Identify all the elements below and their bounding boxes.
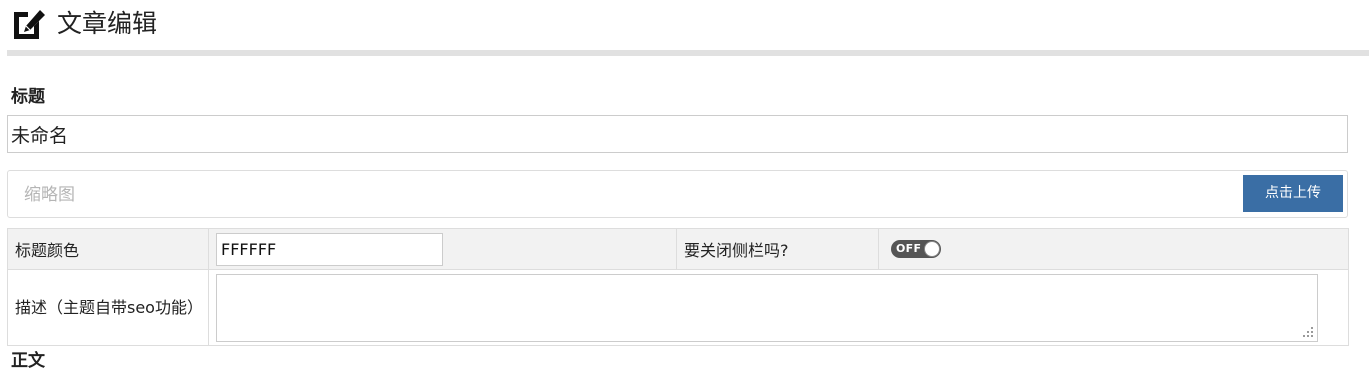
thumbnail-field[interactable]: 缩略图 — [7, 170, 1348, 218]
description-textarea[interactable] — [216, 273, 1318, 342]
upload-button[interactable]: 点击上传 — [1243, 175, 1343, 212]
description-label: 描述（主题自带seo功能） — [7, 269, 209, 346]
resize-grip-icon[interactable] — [1302, 326, 1314, 338]
close-sidebar-cell: OFF — [878, 228, 1349, 270]
toggle-knob — [924, 241, 940, 257]
title-color-label: 标题颜色 — [7, 228, 209, 270]
article-edit-page: 文章编辑 标题 缩略图 点击上传 标题颜色 要关闭侧栏吗? OFF — [0, 0, 1369, 372]
title-label: 标题 — [11, 87, 45, 107]
page-title: 文章编辑 — [57, 9, 158, 38]
toggle-state-text: OFF — [896, 242, 922, 255]
settings-table: 标题颜色 要关闭侧栏吗? OFF 描述（主题自带seo功能） — [7, 228, 1349, 346]
header-divider — [7, 50, 1369, 56]
thumbnail-placeholder: 缩略图 — [24, 185, 75, 205]
body-label: 正文 — [11, 351, 45, 371]
edit-document-icon — [14, 10, 45, 39]
close-sidebar-toggle[interactable]: OFF — [891, 240, 941, 258]
title-input[interactable] — [7, 115, 1348, 153]
title-color-row: 标题颜色 要关闭侧栏吗? OFF — [7, 228, 1349, 270]
close-sidebar-label: 要关闭侧栏吗? — [676, 228, 879, 270]
title-color-cell — [208, 228, 677, 270]
description-cell — [208, 269, 1349, 346]
page-header: 文章编辑 — [0, 0, 1369, 50]
title-color-input[interactable] — [216, 232, 443, 266]
description-row: 描述（主题自带seo功能） — [7, 269, 1349, 346]
